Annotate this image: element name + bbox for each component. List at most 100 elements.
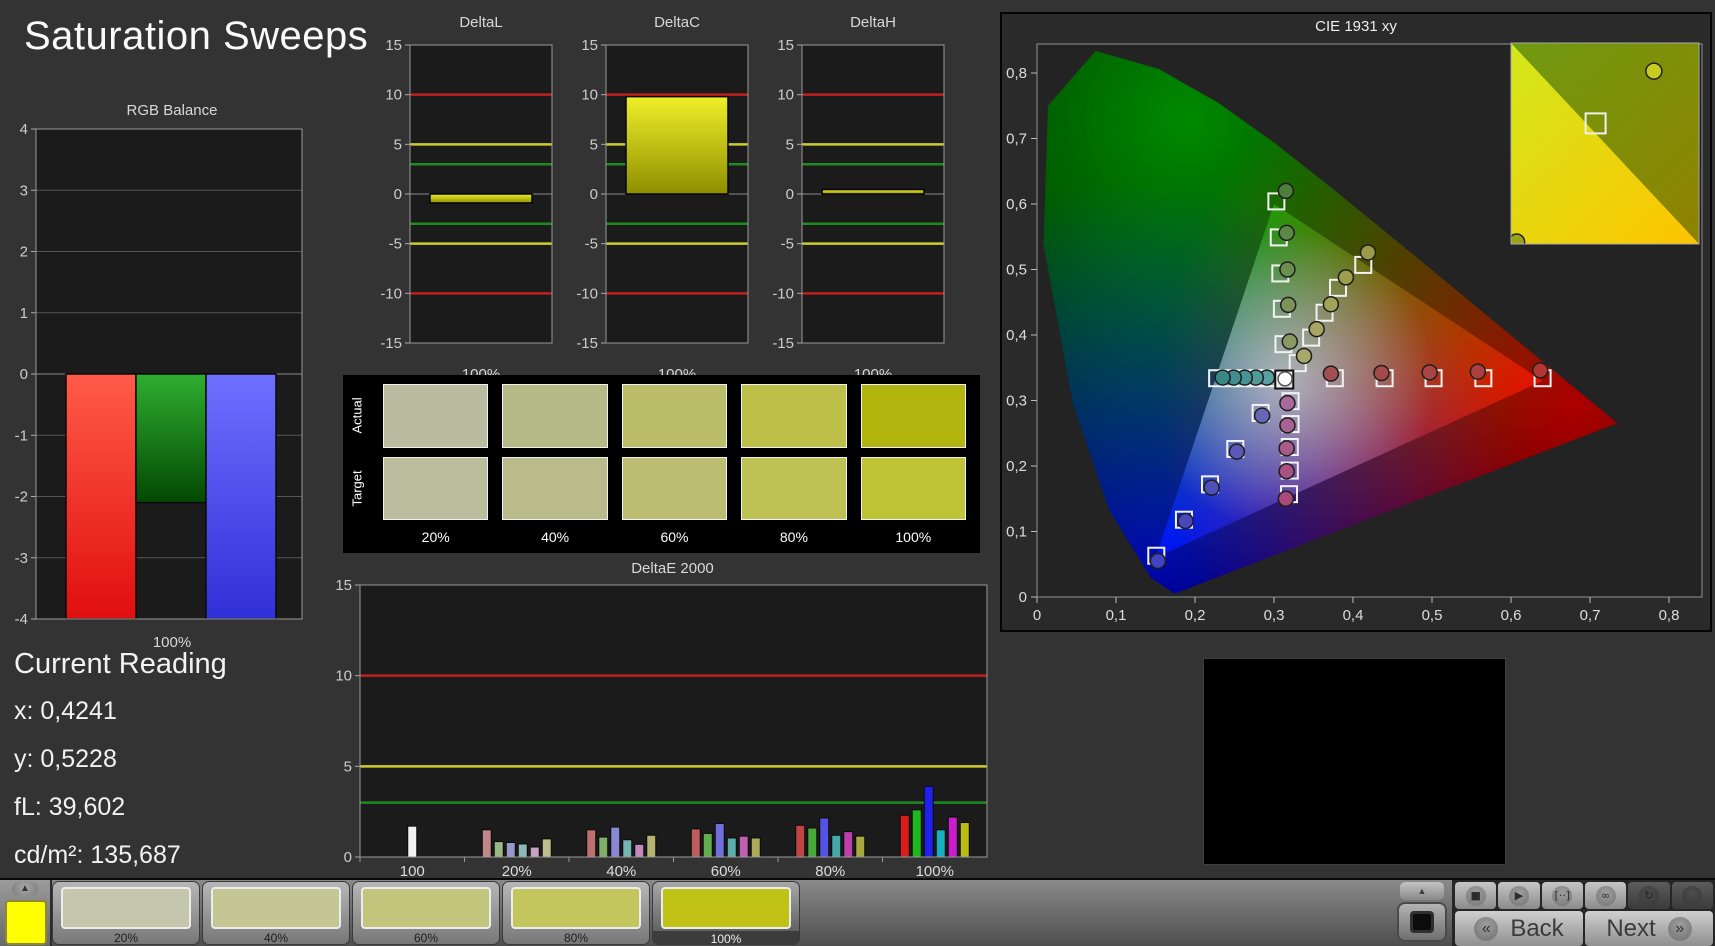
svg-text:-10: -10 — [380, 285, 402, 302]
back-label: Back — [1510, 914, 1564, 942]
tile-label-40%: 40% — [263, 931, 289, 945]
actual-swatch-80% — [741, 384, 847, 448]
controls-expand-arrow-button[interactable]: ▲ — [1400, 882, 1444, 900]
tile-label-60%: 60% — [413, 931, 439, 945]
current-reading-x: x: 0,4241 — [14, 697, 117, 725]
svg-text:0: 0 — [590, 186, 598, 203]
back-button[interactable]: « Back — [1455, 911, 1583, 946]
svg-text:0,5: 0,5 — [1422, 607, 1443, 623]
loop-button[interactable]: ∞ — [1584, 882, 1627, 909]
delta-l-plot: 15 10 5 0 -5 -10 -15 — [380, 37, 553, 352]
svg-text:100%: 100% — [916, 863, 954, 879]
tile-swatch-40% — [211, 887, 341, 929]
patch-window-button[interactable] — [1397, 902, 1447, 942]
target-swatch-60% — [621, 456, 728, 520]
saturation-level-tiles: 20% 40% 60% 80% 100% — [52, 881, 800, 945]
svg-text:0,4: 0,4 — [1006, 327, 1027, 344]
page-title: Saturation Sweeps — [24, 14, 369, 58]
svg-text:-10: -10 — [772, 285, 794, 302]
rgb-balance-plot: 4 3 2 1 0 -1 -2 -3 -4 — [15, 121, 303, 628]
row-label-actual: Actual — [349, 397, 365, 434]
saturation-tile-20%[interactable]: 20% — [52, 881, 200, 945]
sync-button[interactable]: ↻ — [1628, 882, 1670, 909]
svg-text:20%: 20% — [502, 863, 532, 879]
target-swatch-100% — [860, 456, 966, 520]
svg-text:15: 15 — [335, 577, 352, 594]
saturation-sweeps-page: Saturation Sweeps RGB Balance 4 3 2 1 0 -1 -2-… — [0, 0, 1715, 946]
saturation-tile-60%[interactable]: 60% — [352, 881, 500, 945]
current-reading-fl: fL: 39,602 — [14, 793, 126, 821]
actual-target-swatch-panel: Actual Target 20% 40% 60% 80% 100% — [343, 375, 980, 553]
svg-text:0: 0 — [1019, 589, 1027, 606]
step-button[interactable]: [··] — [1541, 882, 1583, 909]
svg-text:-5: -5 — [585, 236, 598, 253]
play-button[interactable]: ▶ — [1498, 882, 1540, 909]
current-reading-cdm2: cd/m²: 135,687 — [14, 841, 181, 869]
patch-window-icon — [1410, 911, 1434, 933]
saturation-tile-100%[interactable]: 100% — [652, 881, 800, 945]
actual-swatch-40% — [502, 384, 608, 448]
current-reading-y: y: 0,5228 — [14, 745, 117, 773]
back-chevron-icon: « — [1474, 916, 1499, 941]
svg-text:0,2: 0,2 — [1185, 607, 1206, 623]
svg-text:-4: -4 — [15, 611, 28, 628]
loop-icon: ∞ — [1595, 885, 1616, 906]
target-swatch-80% — [741, 456, 847, 520]
svg-text:10: 10 — [581, 87, 598, 104]
delta-h-title: DeltaH — [850, 14, 896, 31]
svg-text:0,3: 0,3 — [1006, 393, 1027, 410]
row-label-target: Target — [349, 470, 365, 507]
tile-swatch-60% — [361, 887, 491, 929]
column-label-60%: 60% — [660, 529, 689, 545]
svg-text:-5: -5 — [389, 236, 402, 253]
svg-text:0: 0 — [20, 366, 28, 383]
delta-c-title: DeltaC — [654, 14, 700, 31]
tile-swatch-80% — [511, 887, 641, 929]
tile-swatch-20% — [61, 887, 191, 929]
sync-icon: ↻ — [1638, 885, 1659, 906]
svg-text:10: 10 — [777, 87, 794, 104]
empty-button[interactable] — [1671, 882, 1713, 909]
actual-swatch-100% — [860, 384, 966, 448]
current-reading: Current Reading x: 0,4241 y: 0,5228 fL: … — [14, 648, 227, 889]
svg-text:0,1: 0,1 — [1106, 607, 1127, 623]
rgb-balance-title: RGB Balance — [126, 102, 218, 119]
delta-c-chart: DeltaC 151050-5-10-15 100% — [568, 14, 758, 383]
svg-text:-3: -3 — [15, 550, 28, 567]
delta-e-2000-title: DeltaE 2000 — [631, 560, 714, 577]
svg-text:-15: -15 — [380, 335, 402, 352]
svg-text:1: 1 — [20, 305, 28, 322]
svg-text:-15: -15 — [576, 335, 598, 352]
current-patch-cluster: ▲ — [0, 880, 52, 946]
next-button[interactable]: Next » — [1585, 911, 1713, 946]
cie-1931-title: CIE 1931 xy — [1315, 18, 1397, 35]
svg-text:5: 5 — [344, 758, 352, 775]
svg-text:5: 5 — [590, 136, 598, 153]
cie-1931-chart: CIE 1931 xy 0 0,1 0,2 0,3 0,4 0,5 0,6 0,7 0,8 0 0,… — [1000, 12, 1712, 632]
saturation-tile-80%[interactable]: 80% — [502, 881, 650, 945]
rgb-balance-chart: RGB Balance 4 3 2 1 0 -1 -2 -3 -4 100% — [8, 102, 318, 651]
delta-e-2000-plot: 0 5 10 15 100 20% 40% 60% 80% 100% — [335, 577, 988, 880]
target-swatch-40% — [502, 456, 608, 520]
actual-swatch-60% — [621, 384, 728, 448]
svg-text:10: 10 — [385, 87, 402, 104]
saturation-tile-40%[interactable]: 40% — [202, 881, 350, 945]
svg-text:0: 0 — [1033, 607, 1041, 623]
svg-text:0,1: 0,1 — [1006, 524, 1027, 541]
column-label-80%: 80% — [779, 529, 808, 545]
patch-expand-arrow-button[interactable]: ▲ — [12, 882, 38, 896]
actual-swatch-20% — [383, 384, 489, 448]
tile-swatch-100% — [661, 887, 791, 929]
svg-text:0,7: 0,7 — [1006, 131, 1027, 148]
stop-button[interactable]: ■ — [1455, 882, 1497, 909]
svg-text:-5: -5 — [781, 236, 794, 253]
svg-text:10: 10 — [335, 668, 352, 685]
svg-text:0,8: 0,8 — [1006, 65, 1027, 82]
current-test-patch — [5, 900, 47, 945]
delta-h-chart: DeltaH 151050-5-10-15 100% — [764, 14, 954, 383]
svg-text:0,8: 0,8 — [1659, 607, 1680, 623]
delta-e-2000-chart: DeltaE 2000 0 5 10 15 100 20% 40% 60% 80% 100% — [330, 560, 992, 884]
step-icon: [··] — [1552, 885, 1573, 906]
svg-text:0,5: 0,5 — [1006, 262, 1027, 279]
svg-text:15: 15 — [581, 37, 598, 54]
